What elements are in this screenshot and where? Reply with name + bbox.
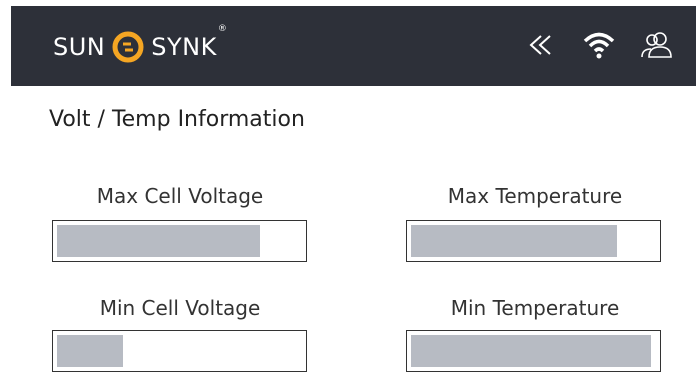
wifi-icon[interactable] [580, 28, 618, 62]
app-screen: SUN SYNK® Volt / Temp Information Max Ce… [11, 6, 696, 374]
sunsynk-logo-icon [112, 31, 144, 63]
min-cell-voltage-label: Min Cell Voltage [99, 296, 261, 320]
max-temperature-label: Max Temperature [447, 184, 623, 208]
users-icon[interactable] [638, 28, 676, 62]
max-cell-voltage-fill [57, 225, 260, 257]
min-temperature-label: Min Temperature [450, 296, 620, 320]
sunsynk-logo: SUN SYNK® [53, 24, 228, 67]
double-chevron-left-icon[interactable] [522, 28, 560, 62]
min-cell-voltage-fill [57, 335, 123, 367]
max-cell-voltage-label: Max Cell Voltage [96, 184, 264, 208]
min-cell-voltage-field [52, 330, 307, 372]
page-title: Volt / Temp Information [49, 107, 305, 132]
min-temperature-field [406, 330, 661, 372]
max-temperature-fill [411, 225, 617, 257]
top-bar: SUN SYNK® [11, 6, 696, 86]
brand-left-text: SUN [53, 33, 106, 61]
min-temperature-fill [411, 335, 651, 367]
brand-right-text: SYNK® [151, 24, 228, 61]
max-temperature-field [406, 220, 661, 262]
max-cell-voltage-field [52, 220, 307, 262]
